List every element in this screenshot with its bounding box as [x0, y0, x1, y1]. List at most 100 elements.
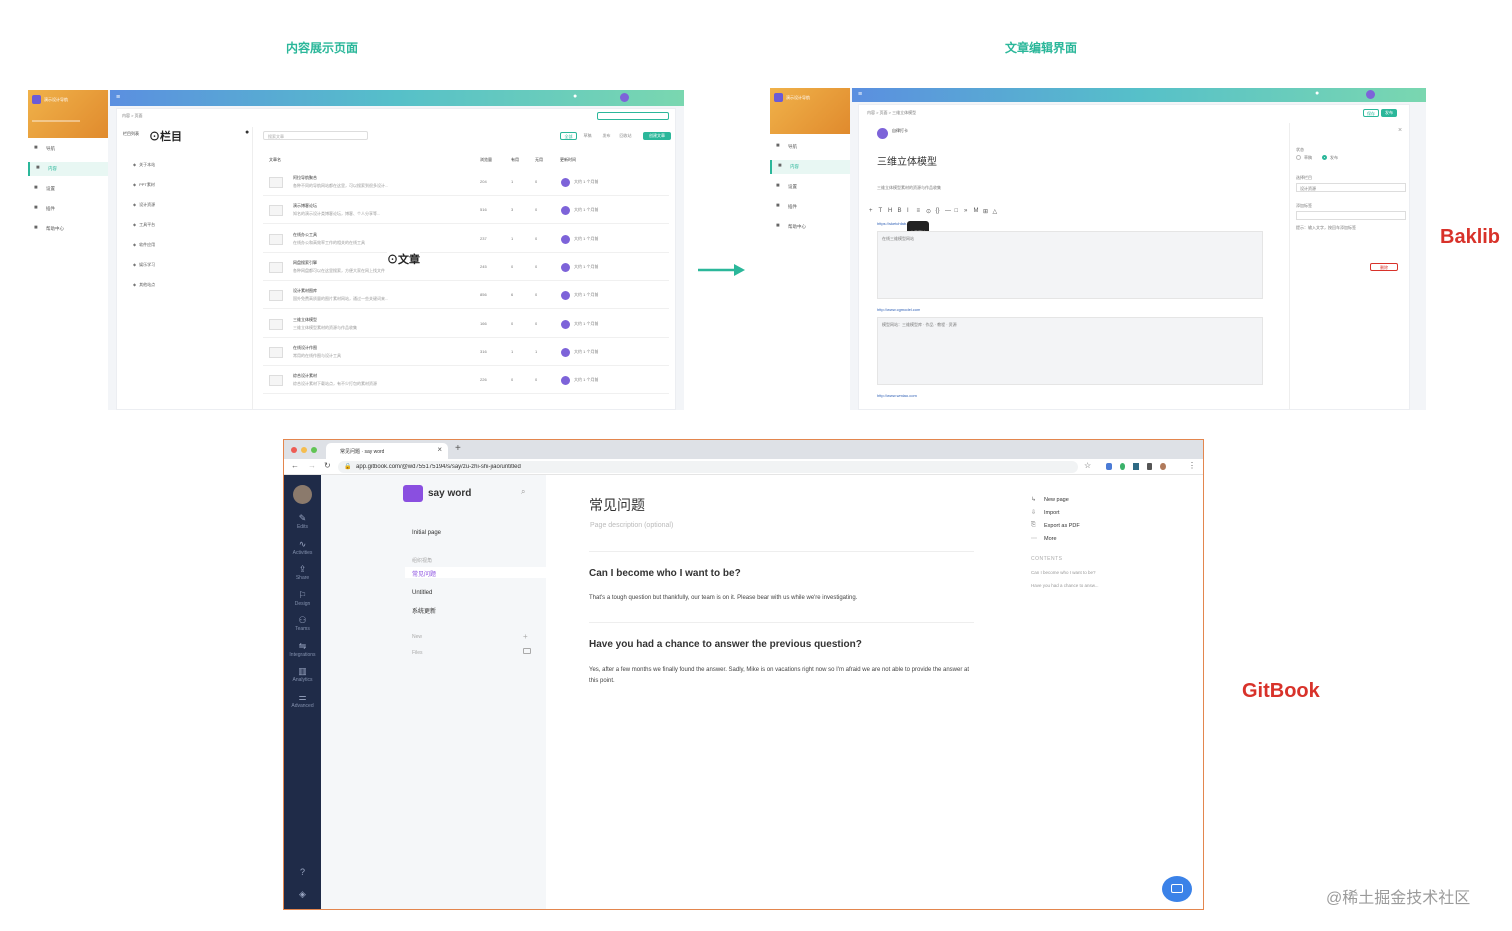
nav-icon-edits[interactable]: ✎ [284, 513, 321, 524]
tree-item[interactable]: ◆ 软件应用 [133, 233, 155, 247]
question-2[interactable]: Have you had a chance to answer the prev… [589, 639, 862, 650]
tab-3[interactable]: 回收站 [617, 132, 634, 140]
sidebar-item-2[interactable]: ■ 设置 [28, 182, 108, 196]
page-system[interactable]: 系统更新 [412, 606, 436, 615]
tree-item[interactable]: ◆ 其他站点 [133, 273, 155, 287]
site-logo[interactable]: 演示设计导航 [28, 90, 108, 138]
action-export-as-pdf[interactable]: Export as PDF [1044, 523, 1080, 529]
answer-1[interactable]: That's a tough question but thankfully, … [589, 595, 979, 601]
window-max-dot[interactable] [311, 447, 317, 453]
new-label[interactable]: New [412, 634, 422, 640]
link-2[interactable]: http://www.cgmodel.com [877, 307, 920, 312]
link-3[interactable]: http://www.wmiao.com [877, 393, 917, 398]
content-block-2[interactable]: 模型网站：三维模型库 · 作品 · 教程 · 资源 [877, 317, 1263, 385]
toolbar-icon-0[interactable]: + [869, 208, 873, 214]
table-row[interactable]: 演示博客论坛 知名的演示设计类博客论坛，博客、个人分享等... 516 3 0 大约 1 … [263, 197, 669, 225]
answer-2[interactable]: Yes, after a few months we finally found… [589, 665, 979, 687]
sidebar-item-0[interactable]: ■ 导航 [770, 140, 850, 154]
sidebar-item-3[interactable]: ■ 插件 [770, 200, 850, 214]
doc-title[interactable]: 常见问题 [589, 495, 645, 515]
save-button[interactable]: 保存 [1363, 109, 1379, 117]
nav-icon-teams[interactable]: ⚇ [284, 615, 321, 626]
action-new-page[interactable]: New page [1044, 497, 1069, 503]
nav-icon-advanced[interactable]: ⚌ [284, 692, 321, 703]
user-avatar[interactable] [620, 93, 629, 102]
address-bar[interactable]: 🔒 app.gitbook.com/@wd755175194/s/say/zu-… [338, 461, 1078, 473]
page-initial[interactable]: Initial page [412, 530, 441, 536]
chat-launcher-button[interactable] [1162, 876, 1192, 902]
content-block-1[interactable]: 在线三维模型网站 [877, 231, 1263, 299]
create-article-button[interactable]: 创建文章 [643, 132, 671, 140]
sidebar-item-4[interactable]: ■ 帮助中心 [770, 220, 850, 234]
toolbar-icon-2[interactable]: H [888, 208, 892, 214]
nav-icon-activities[interactable]: ∿ [284, 539, 321, 550]
toolbar-icon-5[interactable]: ≡ [917, 208, 921, 214]
delete-button[interactable]: 删除 [1370, 263, 1398, 271]
bell-icon[interactable]: ● [573, 93, 577, 100]
contents-item-1[interactable]: Can I become who I want to be? [1031, 570, 1096, 575]
tags-input[interactable] [1296, 211, 1406, 220]
sidebar-item-3[interactable]: ■ 插件 [28, 202, 108, 216]
menu-icon[interactable]: ≡ [858, 91, 862, 98]
toolbar-icon-10[interactable]: » [964, 208, 967, 214]
search-icon[interactable]: ⌕ [521, 487, 525, 497]
folder-icon[interactable] [523, 648, 531, 654]
nav-icon-design[interactable]: ⚐ [284, 590, 321, 601]
back-icon[interactable]: ← [291, 461, 299, 470]
toolbar-icon-3[interactable]: B [898, 208, 902, 214]
forward-icon[interactable]: → [308, 461, 316, 470]
files-label[interactable]: Files [412, 650, 423, 656]
question-1[interactable]: Can I become who I want to be? [589, 568, 741, 579]
toolbar-icon-9[interactable]: □ [955, 208, 959, 214]
action-import[interactable]: Import [1044, 510, 1060, 516]
search-input[interactable]: 搜索文章 [263, 131, 368, 140]
browser-tab[interactable]: 常见问题 · say word × [326, 443, 448, 459]
doc-description[interactable]: Page description (optional) [590, 522, 673, 529]
page-active[interactable]: 常见问题 [405, 567, 546, 578]
toolbar-icon-1[interactable]: T [879, 208, 883, 214]
tree-item[interactable]: ◆ PPT素材 [133, 173, 155, 187]
tree-item[interactable]: ◆ 设计资源 [133, 193, 155, 207]
toolbar-icon-7[interactable]: {} [936, 208, 940, 214]
menu-icon[interactable]: ≡ [116, 94, 120, 101]
table-row[interactable]: 三维立体模型 三维立体模型素材的资源与作品收集 166 0 0 大约 1 个月前 [263, 311, 669, 338]
page-untitled[interactable]: Untitled [412, 590, 432, 596]
tab-close-icon[interactable]: × [437, 445, 442, 454]
nav-icon-share[interactable]: ⇪ [284, 564, 321, 575]
sidebar-item-1[interactable]: ■ 内容 [28, 162, 108, 176]
sidebar-item-4[interactable]: ■ 帮助中心 [28, 222, 108, 236]
tree-item[interactable]: ◆ 娱乐学习 [133, 253, 155, 267]
tab-2[interactable]: 发布 [598, 132, 615, 140]
user-avatar[interactable] [1366, 90, 1375, 99]
sidebar-item-1[interactable]: ■ 内容 [770, 160, 850, 174]
toolbar-icon-4[interactable]: I [907, 208, 909, 214]
reload-icon[interactable]: ↻ [324, 461, 331, 470]
org-avatar[interactable] [293, 485, 312, 504]
table-row[interactable]: 设计素材图库 国外免费高质量的图片素材网站，通过一些关键词来... 856 6 0 大约 … [263, 282, 669, 310]
column-select[interactable]: 设计资源 [1296, 183, 1406, 192]
window-min-dot[interactable] [301, 447, 307, 453]
browser-menu-icon[interactable]: ⋮ [1188, 461, 1196, 470]
table-row[interactable]: 在线办公工具 在线办公和高效率工作的相关的在线工具 237 1 0 大约 1 个月前 [263, 226, 669, 253]
tab-0[interactable]: 全部 [560, 132, 577, 140]
toolbar-icon-8[interactable]: — [945, 208, 951, 214]
new-tab-icon[interactable]: + [455, 443, 461, 454]
settings-icon[interactable]: ● [245, 129, 249, 136]
nav-icon-analytics[interactable]: ▥ [284, 666, 321, 677]
document-subtitle[interactable]: 三维立体模型素材的资源与作品收集 [877, 185, 941, 191]
action-more[interactable]: More [1044, 536, 1057, 542]
table-row[interactable]: 阿拉导航聚合 各种不同的导航网站都在这里，可以搜索到很多设计... 204 1 0 大约 … [263, 169, 669, 196]
table-row[interactable]: 网盘搜索引擎 各种网盘都可以在这里搜索，方便大家在网上找文件 245 0 0 大约 1 个… [263, 254, 669, 281]
table-row[interactable]: 综合设计素材 综合设计素材下载站点，有不少打包的素材资源 226 0 0 大约 1 个月前 [263, 367, 669, 395]
toolbar-icon-11[interactable]: M [974, 208, 979, 214]
bookmark-star-icon[interactable]: ☆ [1084, 461, 1091, 470]
visit-site-button[interactable] [597, 112, 669, 120]
tree-item[interactable]: ◆ 关于本站 [133, 153, 155, 167]
toolbar-icon-13[interactable]: △ [993, 208, 998, 215]
publish-button[interactable]: 发布 [1381, 109, 1397, 117]
space-name[interactable]: say word [428, 488, 471, 499]
gitbook-logo-icon[interactable]: ◈ [284, 889, 321, 900]
tree-item[interactable]: ◆ 工具平台 [133, 213, 155, 227]
sidebar-item-0[interactable]: ■ 导航 [28, 142, 108, 156]
toolbar-icon-6[interactable]: ⊙ [926, 208, 931, 215]
